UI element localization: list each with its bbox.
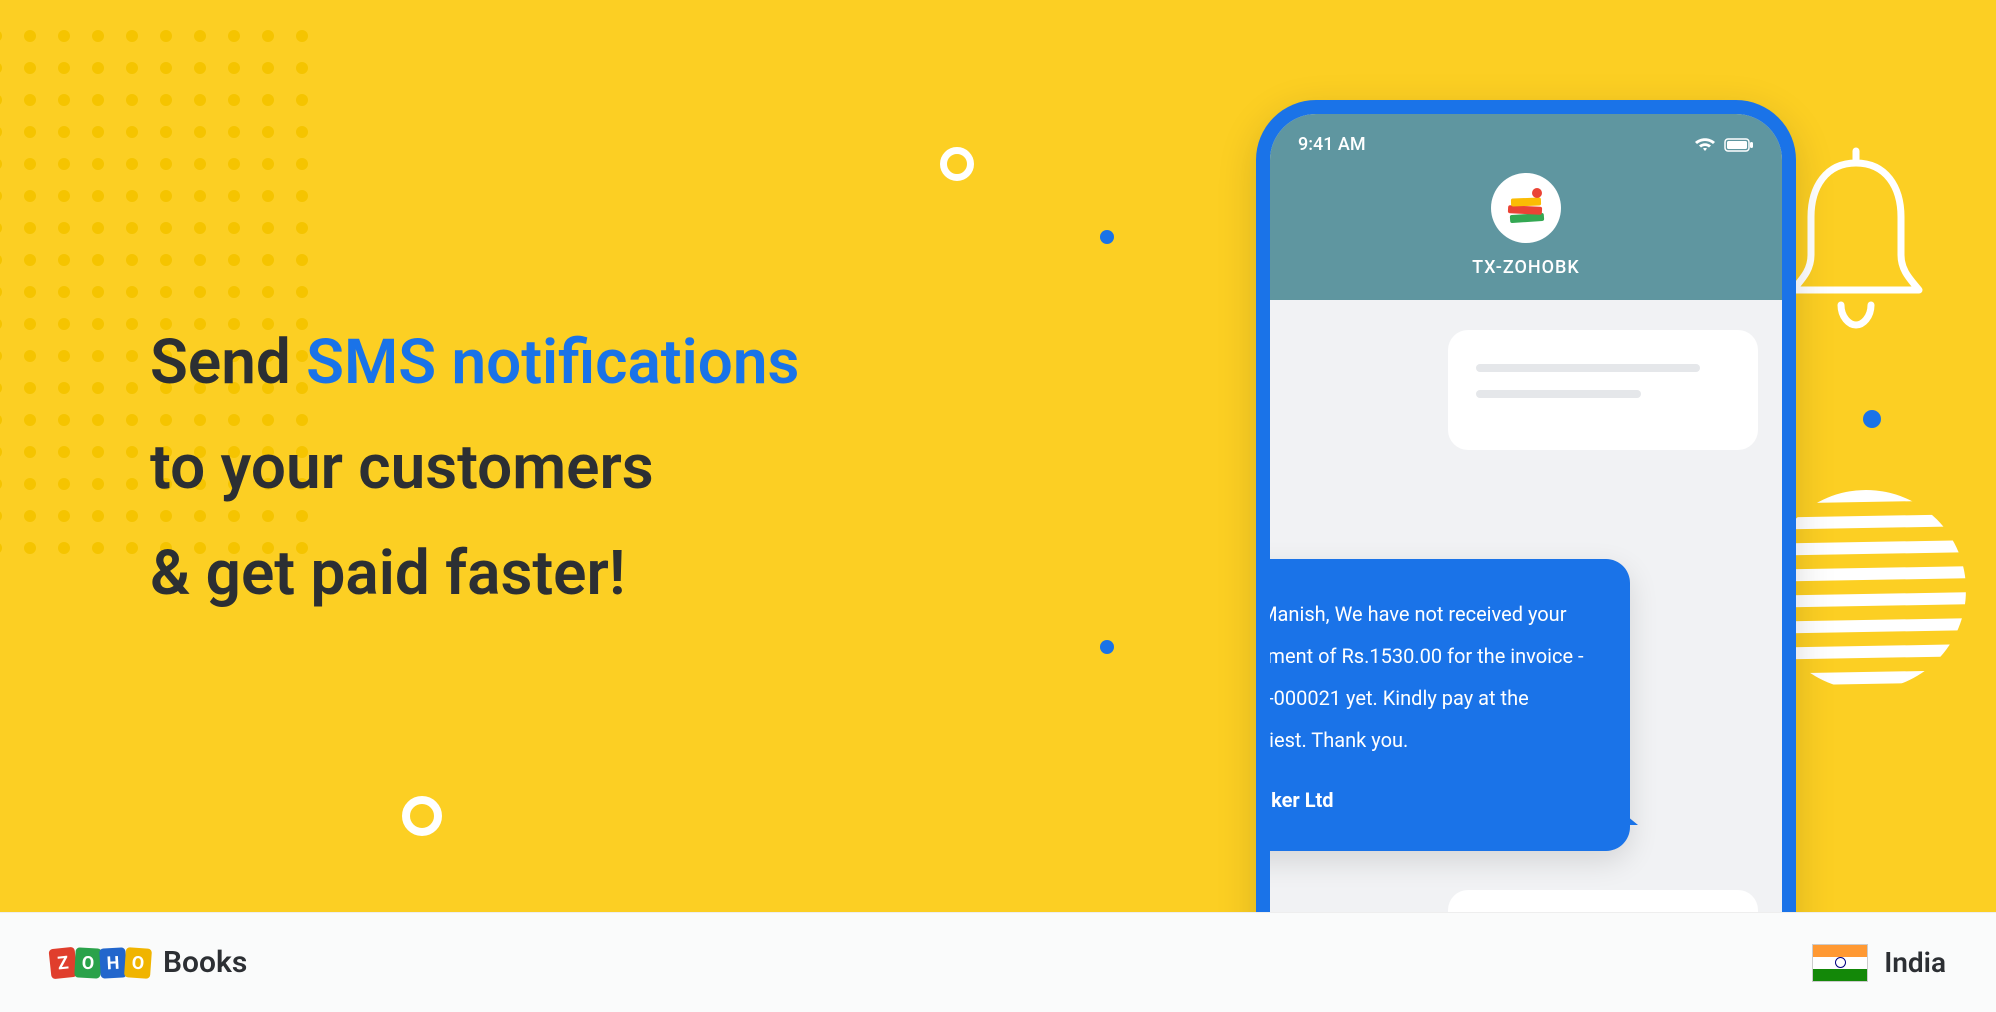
stripes-decoration <box>1766 490 1966 690</box>
placeholder-message-bubble <box>1448 330 1758 450</box>
logo-tile: Z <box>49 946 78 979</box>
headline-part3: & get paid faster! <box>150 537 625 610</box>
battery-icon <box>1724 138 1754 152</box>
dot-decoration <box>1100 230 1114 244</box>
circle-decoration <box>940 147 974 181</box>
headline-part2: to your customers <box>150 431 654 504</box>
sms-message-text: Hi Manish, We have not received your pay… <box>1256 602 1584 752</box>
footer: Z O H O Books India <box>0 912 1996 1012</box>
locale-indicator: India <box>1812 944 1946 982</box>
headline-accent: SMS notifications <box>306 326 799 399</box>
sender-avatar <box>1491 173 1561 243</box>
headline-part1: Send <box>150 326 306 399</box>
locale-text: India <box>1884 946 1946 979</box>
sms-signature: -Zylker Ltd <box>1256 779 1594 821</box>
sms-message-bubble: Hi Manish, We have not received your pay… <box>1256 559 1630 851</box>
wifi-icon <box>1694 137 1716 153</box>
dot-decoration <box>1863 410 1881 428</box>
phone-time: 9:41 AM <box>1298 134 1366 155</box>
zoho-books-logo: Z O H O Books <box>50 945 247 980</box>
circle-decoration <box>402 796 442 836</box>
logo-tile: O <box>74 947 102 978</box>
india-flag-icon <box>1812 944 1868 982</box>
sender-name: TX-ZOHOBK <box>1270 257 1782 278</box>
zoho-logo-tiles: Z O H O <box>50 948 151 978</box>
bell-icon <box>1771 145 1941 339</box>
chat-area: Hi Manish, We have not received your pay… <box>1270 300 1782 912</box>
phone-illustration: 9:41 AM <box>1256 100 1796 912</box>
phone-header: 9:41 AM <box>1270 114 1782 300</box>
dot-decoration <box>1100 640 1114 654</box>
logo-tile: O <box>124 947 152 979</box>
phone-status-bar: 9:41 AM <box>1270 134 1782 173</box>
logo-text: Books <box>163 945 247 980</box>
logo-tile: H <box>99 947 127 978</box>
placeholder-message-bubble <box>1448 890 1758 912</box>
hero-banner: Send SMS notifications to your customers… <box>0 0 1996 912</box>
headline: Send SMS notifications to your customers… <box>150 310 799 626</box>
